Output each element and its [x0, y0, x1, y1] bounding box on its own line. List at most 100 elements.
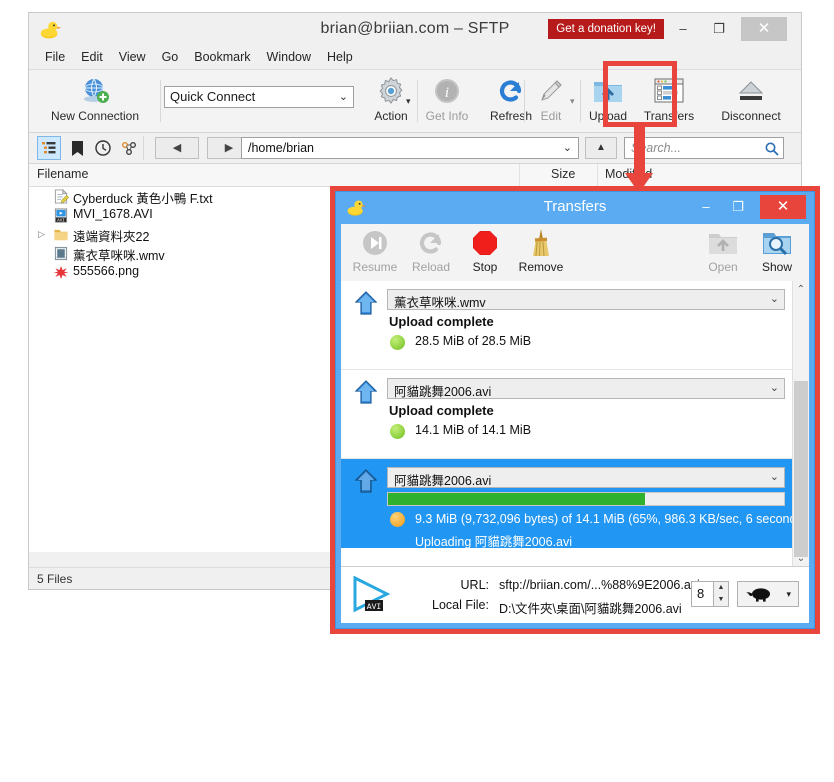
transfers-label-remove: Remove: [513, 260, 569, 274]
toolbar-label-get-info: Get Info: [415, 109, 479, 123]
transfers-open-button[interactable]: Open: [695, 226, 751, 274]
bandwidth-throttle-dropdown[interactable]: ▾: [737, 581, 799, 607]
show-in-finder-icon: [749, 226, 805, 260]
donation-key-button[interactable]: Get a donation key!: [548, 19, 664, 39]
disclosure-triangle-icon[interactable]: ▷: [38, 229, 45, 240]
file-name: Cyberduck 黃色小鴨 F.txt: [73, 188, 213, 207]
transfer-filename-field[interactable]: 阿貓跳舞2006.avi ⌄: [387, 467, 785, 488]
column-header-size[interactable]: Size: [551, 167, 575, 181]
transfers-close-button[interactable]: ✕: [760, 195, 806, 219]
menu-item-window[interactable]: Window: [259, 47, 319, 67]
chevron-down-icon[interactable]: ⌄: [770, 470, 779, 483]
edit-dropdown-caret-icon[interactable]: ▾: [570, 96, 575, 107]
chevron-down-icon[interactable]: ⌄: [563, 141, 572, 154]
column-divider-2[interactable]: [597, 164, 598, 186]
path-input[interactable]: /home/brian ⌄: [241, 137, 579, 159]
menu-item-view[interactable]: View: [111, 47, 154, 67]
chevron-down-icon[interactable]: ▾: [786, 589, 791, 600]
local-file-value: D:\文件夾\桌面\阿貓跳舞2006.avi: [499, 598, 682, 617]
upload-arrow-icon: [355, 380, 377, 404]
parent-directory-button[interactable]: ▲: [585, 137, 617, 159]
status-badge: [390, 424, 405, 439]
transfers-minimize-button[interactable]: –: [690, 195, 722, 219]
column-divider-1[interactable]: [519, 164, 520, 186]
png-file-icon: [53, 265, 69, 280]
wmv-file-icon: [53, 246, 69, 261]
transfers-remove-button[interactable]: Remove: [513, 226, 569, 274]
action-dropdown-caret-icon[interactable]: ▾: [406, 96, 411, 107]
bookmark-icon[interactable]: [65, 136, 89, 160]
chevron-down-icon[interactable]: ⌄: [339, 90, 348, 103]
toolbar-label-disconnect: Disconnect: [709, 109, 793, 123]
transfer-status: Upload complete: [389, 314, 494, 329]
menubar: FileEditViewGoBookmarkWindowHelp: [29, 47, 801, 70]
progress-bar: [387, 492, 785, 506]
transfers-stop-button[interactable]: Stop: [457, 226, 513, 274]
back-button[interactable]: ◀: [155, 137, 199, 159]
menu-item-file[interactable]: File: [37, 47, 73, 67]
maximize-button[interactable]: ❐: [701, 17, 737, 41]
list-item[interactable]: 阿貓跳舞2006.avi ⌄ 9.3 MiB (9,732,096 bytes)…: [341, 459, 809, 548]
toolbar-action[interactable]: Action: [359, 74, 423, 123]
outline-view-icon[interactable]: [37, 136, 61, 160]
transfer-filename: 阿貓跳舞2006.avi: [394, 385, 491, 399]
list-item[interactable]: 阿貓跳舞2006.avi ⌄ Upload complete 14.1 MiB …: [341, 370, 809, 459]
connections-stepper[interactable]: 8 ▲ ▼: [691, 581, 729, 607]
file-list-header: Filename Size Modified: [29, 164, 801, 187]
stepper-up-icon[interactable]: ▲: [714, 582, 728, 594]
stop-icon: [457, 226, 513, 260]
file-name: MVI_1678.AVI: [73, 207, 153, 221]
progress-bar-fill: [388, 493, 645, 505]
local-file-label: Local File:: [399, 598, 489, 612]
quick-connect-input[interactable]: Quick Connect ⌄: [164, 86, 354, 108]
close-button[interactable]: ✕: [741, 17, 787, 41]
transfers-titlebar: Transfers – ❐ ✕: [336, 192, 814, 224]
status-badge: [390, 335, 405, 350]
menu-item-bookmark[interactable]: Bookmark: [186, 47, 258, 67]
svg-text:i: i: [445, 85, 449, 101]
toolbar-disconnect[interactable]: Disconnect: [709, 74, 793, 123]
menu-item-help[interactable]: Help: [319, 47, 361, 67]
scroll-down-icon[interactable]: ⌄: [793, 550, 809, 567]
transfer-substatus: Uploading 阿貓跳舞2006.avi: [415, 531, 572, 550]
menu-item-edit[interactable]: Edit: [73, 47, 111, 67]
stepper-buttons[interactable]: ▲ ▼: [713, 582, 728, 606]
search-input[interactable]: Search...: [624, 137, 784, 159]
file-name: 555566.png: [73, 264, 139, 278]
transfers-show-button[interactable]: Show: [749, 226, 805, 274]
transfers-maximize-button[interactable]: ❐: [722, 195, 754, 219]
list-item[interactable]: 薰衣草咪咪.wmv ⌄ Upload complete 28.5 MiB of …: [341, 281, 809, 370]
url-value: sftp://briian.com/...%88%9E2006.avi: [499, 578, 700, 592]
transfers-list[interactable]: briian 薰衣草咪咪.wmv ⌄ Upload complete 28.5 …: [341, 281, 809, 567]
scrollbar-thumb[interactable]: [794, 381, 808, 557]
transfers-label-resume: Resume: [347, 260, 403, 274]
toolbar-new-connection[interactable]: New Connection: [35, 74, 155, 123]
annotation-highlight-transfers-button: [603, 61, 677, 127]
transfer-filename-field[interactable]: 阿貓跳舞2006.avi ⌄: [387, 378, 785, 399]
toolbar-get-info[interactable]: i Get Info: [415, 74, 479, 123]
menu-item-go[interactable]: Go: [154, 47, 187, 67]
transfers-label-stop: Stop: [457, 260, 513, 274]
transfer-filename: 阿貓跳舞2006.avi: [394, 474, 491, 488]
avi-file-icon: AVI: [53, 208, 69, 223]
stepper-down-icon[interactable]: ▼: [714, 594, 728, 606]
connections-value: 8: [697, 586, 704, 601]
folder-icon: [53, 227, 69, 242]
magnifier-icon[interactable]: [765, 142, 779, 156]
column-header-filename[interactable]: Filename: [37, 167, 88, 181]
scroll-up-icon[interactable]: ⌃: [793, 281, 809, 298]
transfer-filename-field[interactable]: 薰衣草咪咪.wmv ⌄: [387, 289, 785, 310]
transfers-scrollbar[interactable]: ⌃ ⌄: [792, 281, 809, 567]
transfers-reload-button[interactable]: Reload: [403, 226, 459, 274]
transfers-resume-button[interactable]: Resume: [347, 226, 403, 274]
chevron-down-icon[interactable]: ⌄: [770, 381, 779, 394]
chevron-down-icon[interactable]: ⌄: [770, 292, 779, 305]
transfers-label-show: Show: [749, 260, 805, 274]
bonjour-icon[interactable]: [117, 136, 141, 160]
history-icon[interactable]: [91, 136, 115, 160]
globe-plus-icon: [35, 74, 155, 108]
upload-arrow-icon: [355, 291, 377, 315]
turtle-icon: [746, 586, 774, 602]
gear-icon: [359, 74, 423, 108]
minimize-button[interactable]: –: [665, 17, 701, 41]
